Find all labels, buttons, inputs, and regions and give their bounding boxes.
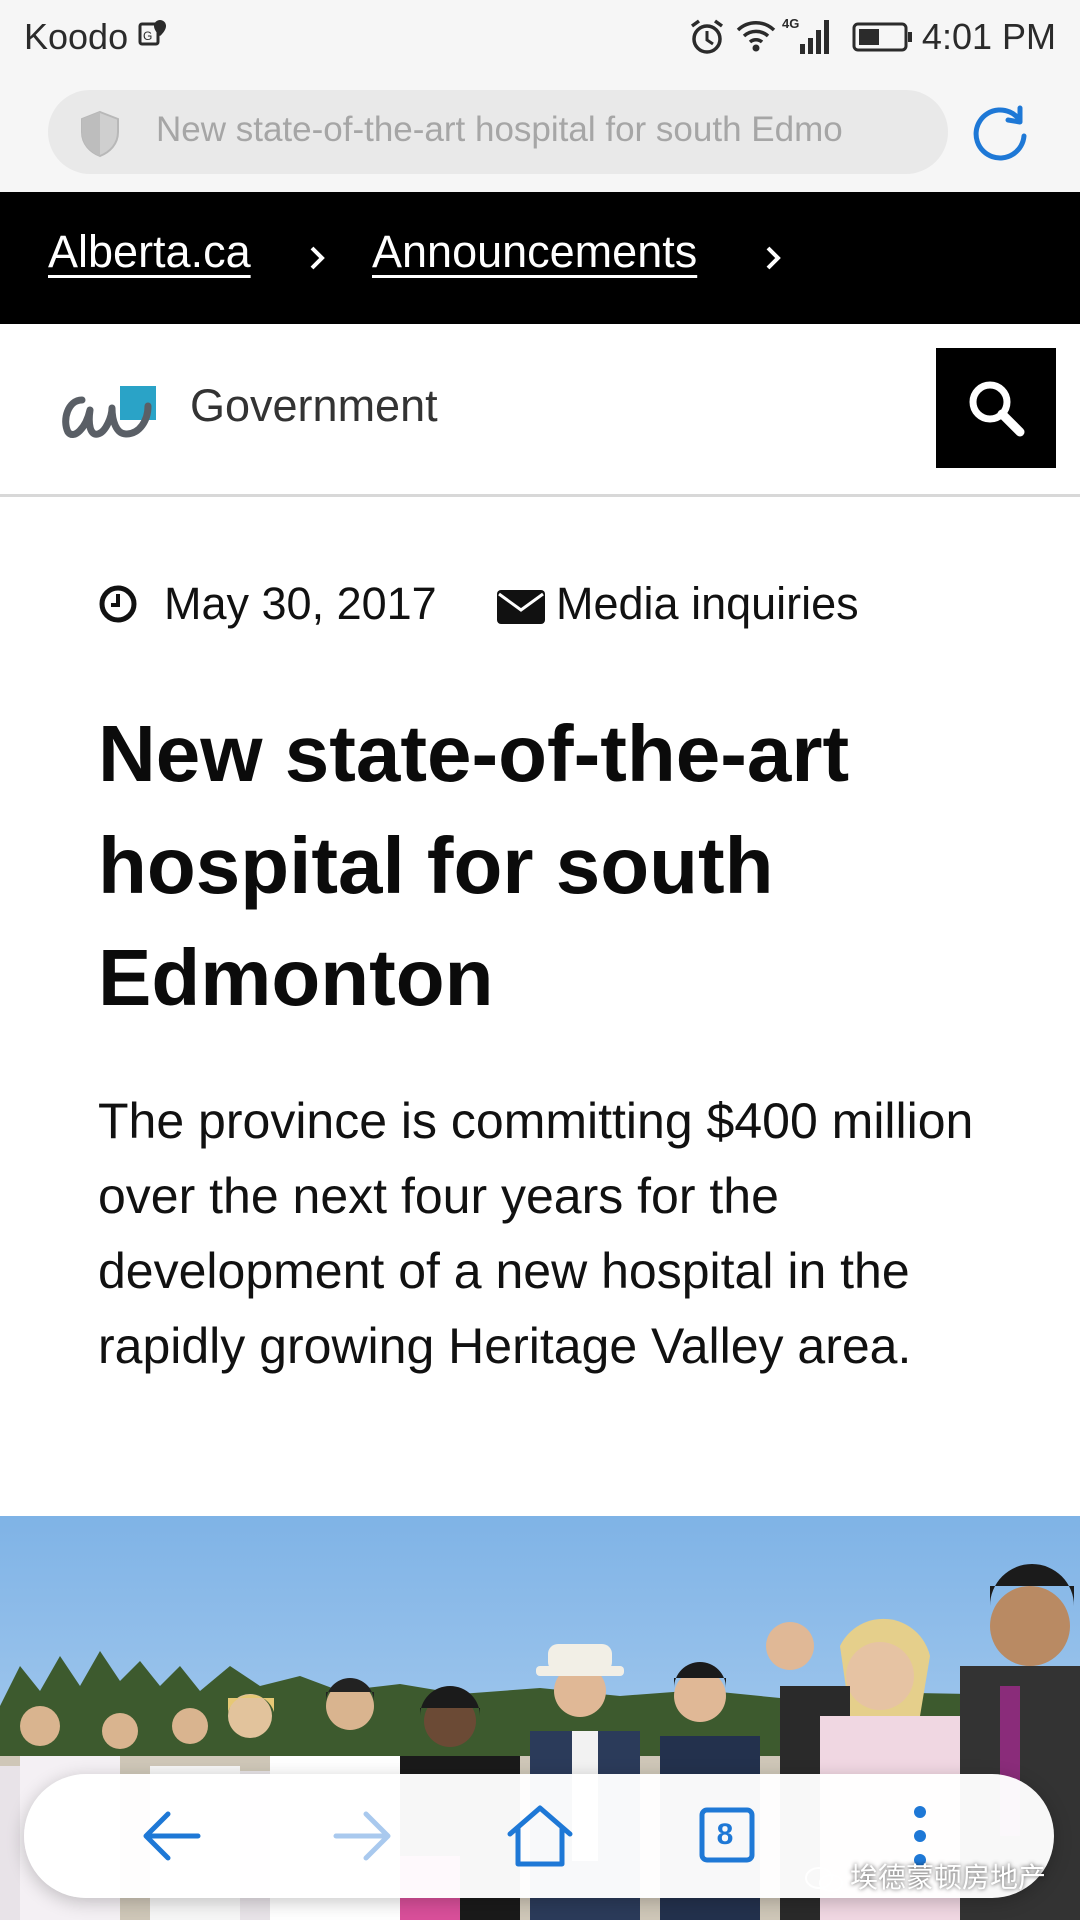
tabs-button[interactable]: 8 [688,1796,768,1876]
article-date: May 30, 2017 [164,578,437,629]
battery-icon [852,22,912,52]
alberta-logo[interactable] [58,380,160,442]
clock-icon [99,585,137,623]
chevron-right-icon [766,246,781,270]
search-icon [969,381,1025,437]
article-meta: May 30, 2017 Media inquiries [98,574,998,634]
tab-count: 8 [716,1818,734,1851]
wechat-icon [805,1866,843,1892]
watermark: 埃德蒙顿房地产 [804,1856,1046,1900]
article-title: New state-of-the-art hospital for south … [98,709,850,1022]
browser-toolbar: New state-of-the-art hospital for south … [0,76,1080,192]
status-time: 4:01 PM [921,16,1056,57]
carrier-name: Koodo [24,16,129,57]
location-icon: G [138,20,166,46]
search-button[interactable] [936,348,1056,468]
wifi-icon [736,21,776,52]
article-lead: The province is committing $400 million … [98,1093,974,1374]
breadcrumb-link-announcements[interactable]: Announcements [372,226,697,278]
back-icon[interactable] [132,1796,212,1876]
address-bar[interactable]: New state-of-the-art hospital for south … [48,90,948,174]
svg-text:G: G [143,29,152,43]
home-icon[interactable] [500,1796,580,1876]
alarm-icon [690,19,724,54]
forward-icon[interactable] [322,1796,402,1876]
url-text[interactable]: New state-of-the-art hospital for south … [156,110,936,156]
chevron-right-icon [310,246,325,270]
government-label: Government [190,380,438,431]
media-inquiries-label[interactable]: Media inquiries [556,578,859,630]
status-bar: Koodo G 4G 4:01 PM [0,0,1080,76]
breadcrumb: Alberta.ca Announcements [0,192,1080,324]
svg-text:4G: 4G [782,16,799,31]
shield-icon[interactable] [78,110,122,158]
reload-icon[interactable] [968,100,1032,164]
breadcrumb-link-home[interactable]: Alberta.ca [48,226,251,278]
signal-4g-icon: 4G [782,16,829,54]
envelope-icon [497,590,545,624]
site-header: Government [0,324,1080,497]
watermark-text: 埃德蒙顿房地产 [850,1862,1047,1893]
